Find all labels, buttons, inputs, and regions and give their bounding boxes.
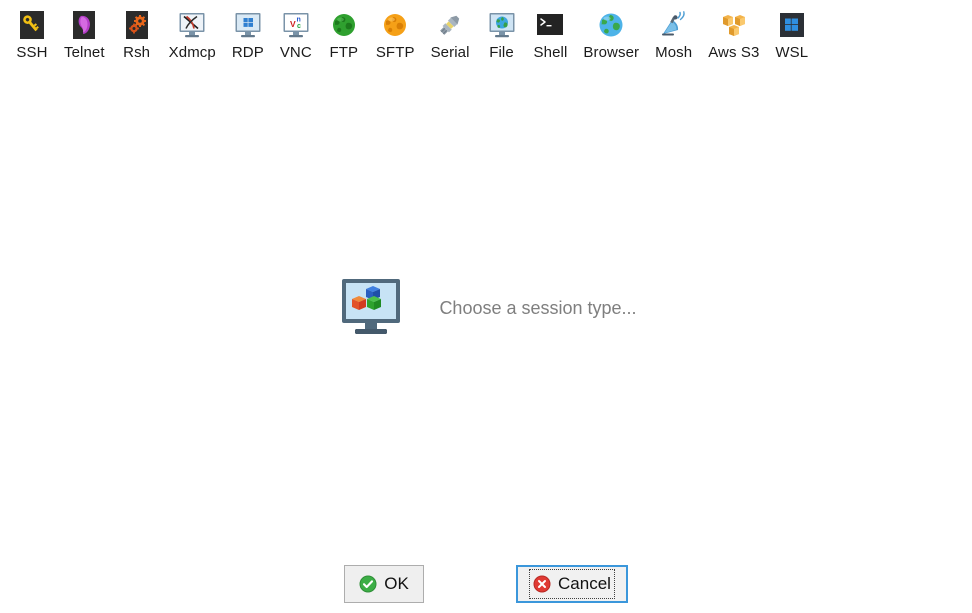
toolbar-item-telnet[interactable]: Telnet — [56, 6, 113, 65]
toolbar-item-file[interactable]: File — [478, 6, 526, 65]
toolbar-label-sftp: SFTP — [375, 44, 415, 61]
toolbar-label-browser: Browser — [583, 44, 640, 61]
wsl-windows-icon — [776, 9, 808, 41]
toolbar-item-browser[interactable]: Browser — [575, 6, 647, 65]
toolbar-item-ssh[interactable]: SSH — [8, 6, 56, 65]
session-placeholder-text: Choose a session type... — [439, 297, 637, 318]
file-monitor-globe-icon — [486, 9, 518, 41]
session-placeholder: Choose a session type... — [0, 272, 972, 344]
toolbar-label-rsh: Rsh — [123, 44, 151, 61]
ftp-green-globe-icon — [328, 9, 360, 41]
ssh-key-icon — [16, 9, 48, 41]
toolbar-label-telnet: Telnet — [64, 44, 105, 61]
toolbar-label-wsl: WSL — [775, 44, 809, 61]
dialog-button-bar: OK Cancel — [0, 564, 972, 604]
ok-button-content: OK — [359, 574, 409, 594]
vnc-monitor-icon: V n c — [280, 9, 312, 41]
toolbar-item-xdmcp[interactable]: Xdmcp — [161, 6, 224, 65]
rdp-windows-monitor-icon — [232, 9, 264, 41]
cancel-button-label: Cancel — [558, 574, 611, 593]
mosh-satellite-icon — [658, 9, 690, 41]
toolbar-item-mosh[interactable]: Mosh — [647, 6, 700, 65]
toolbar-item-sftp[interactable]: SFTP — [368, 6, 423, 65]
toolbar-item-serial[interactable]: Serial — [423, 6, 478, 65]
toolbar-label-ssh: SSH — [16, 44, 48, 61]
sftp-orange-globe-icon — [379, 9, 411, 41]
toolbar-label-rdp: RDP — [231, 44, 264, 61]
session-type-monitor-icon — [335, 272, 407, 344]
serial-plug-icon — [434, 9, 466, 41]
telnet-icon — [68, 9, 100, 41]
toolbar-label-shell: Shell — [533, 44, 568, 61]
toolbar-label-serial: Serial — [430, 44, 470, 61]
session-type-toolbar: SSH Telnet Rsh Xdmcp RDP V n c VNC FTP S… — [0, 0, 972, 65]
cancel-button[interactable]: Cancel — [516, 565, 628, 603]
toolbar-label-xdmcp: Xdmcp — [168, 44, 216, 61]
shell-terminal-icon — [534, 9, 566, 41]
green-check-circle-icon — [359, 575, 377, 593]
toolbar-label-vnc: VNC — [279, 44, 312, 61]
red-x-circle-icon — [533, 575, 551, 593]
xdmcp-monitor-icon — [176, 9, 208, 41]
ok-button[interactable]: OK — [344, 565, 425, 603]
aws-s3-buckets-icon — [718, 9, 750, 41]
cancel-button-content: Cancel — [529, 569, 615, 599]
browser-globe-icon — [595, 9, 627, 41]
toolbar-item-rsh[interactable]: Rsh — [113, 6, 161, 65]
toolbar-label-ftp: FTP — [329, 44, 359, 61]
toolbar-label-aws-s3: Aws S3 — [708, 44, 760, 61]
session-chooser-window: SSH Telnet Rsh Xdmcp RDP V n c VNC FTP S… — [0, 0, 972, 613]
toolbar-item-vnc[interactable]: V n c VNC — [272, 6, 320, 65]
toolbar-item-aws-s3[interactable]: Aws S3 — [700, 6, 767, 65]
toolbar-item-rdp[interactable]: RDP — [224, 6, 272, 65]
svg-text:c: c — [297, 23, 301, 30]
toolbar-label-mosh: Mosh — [655, 44, 693, 61]
ok-button-label: OK — [384, 574, 409, 593]
rsh-gears-icon — [121, 9, 153, 41]
toolbar-item-ftp[interactable]: FTP — [320, 6, 368, 65]
toolbar-label-file: File — [489, 44, 514, 61]
toolbar-item-shell[interactable]: Shell — [526, 6, 576, 65]
toolbar-item-wsl[interactable]: WSL — [767, 6, 816, 65]
svg-text:V: V — [290, 19, 296, 29]
